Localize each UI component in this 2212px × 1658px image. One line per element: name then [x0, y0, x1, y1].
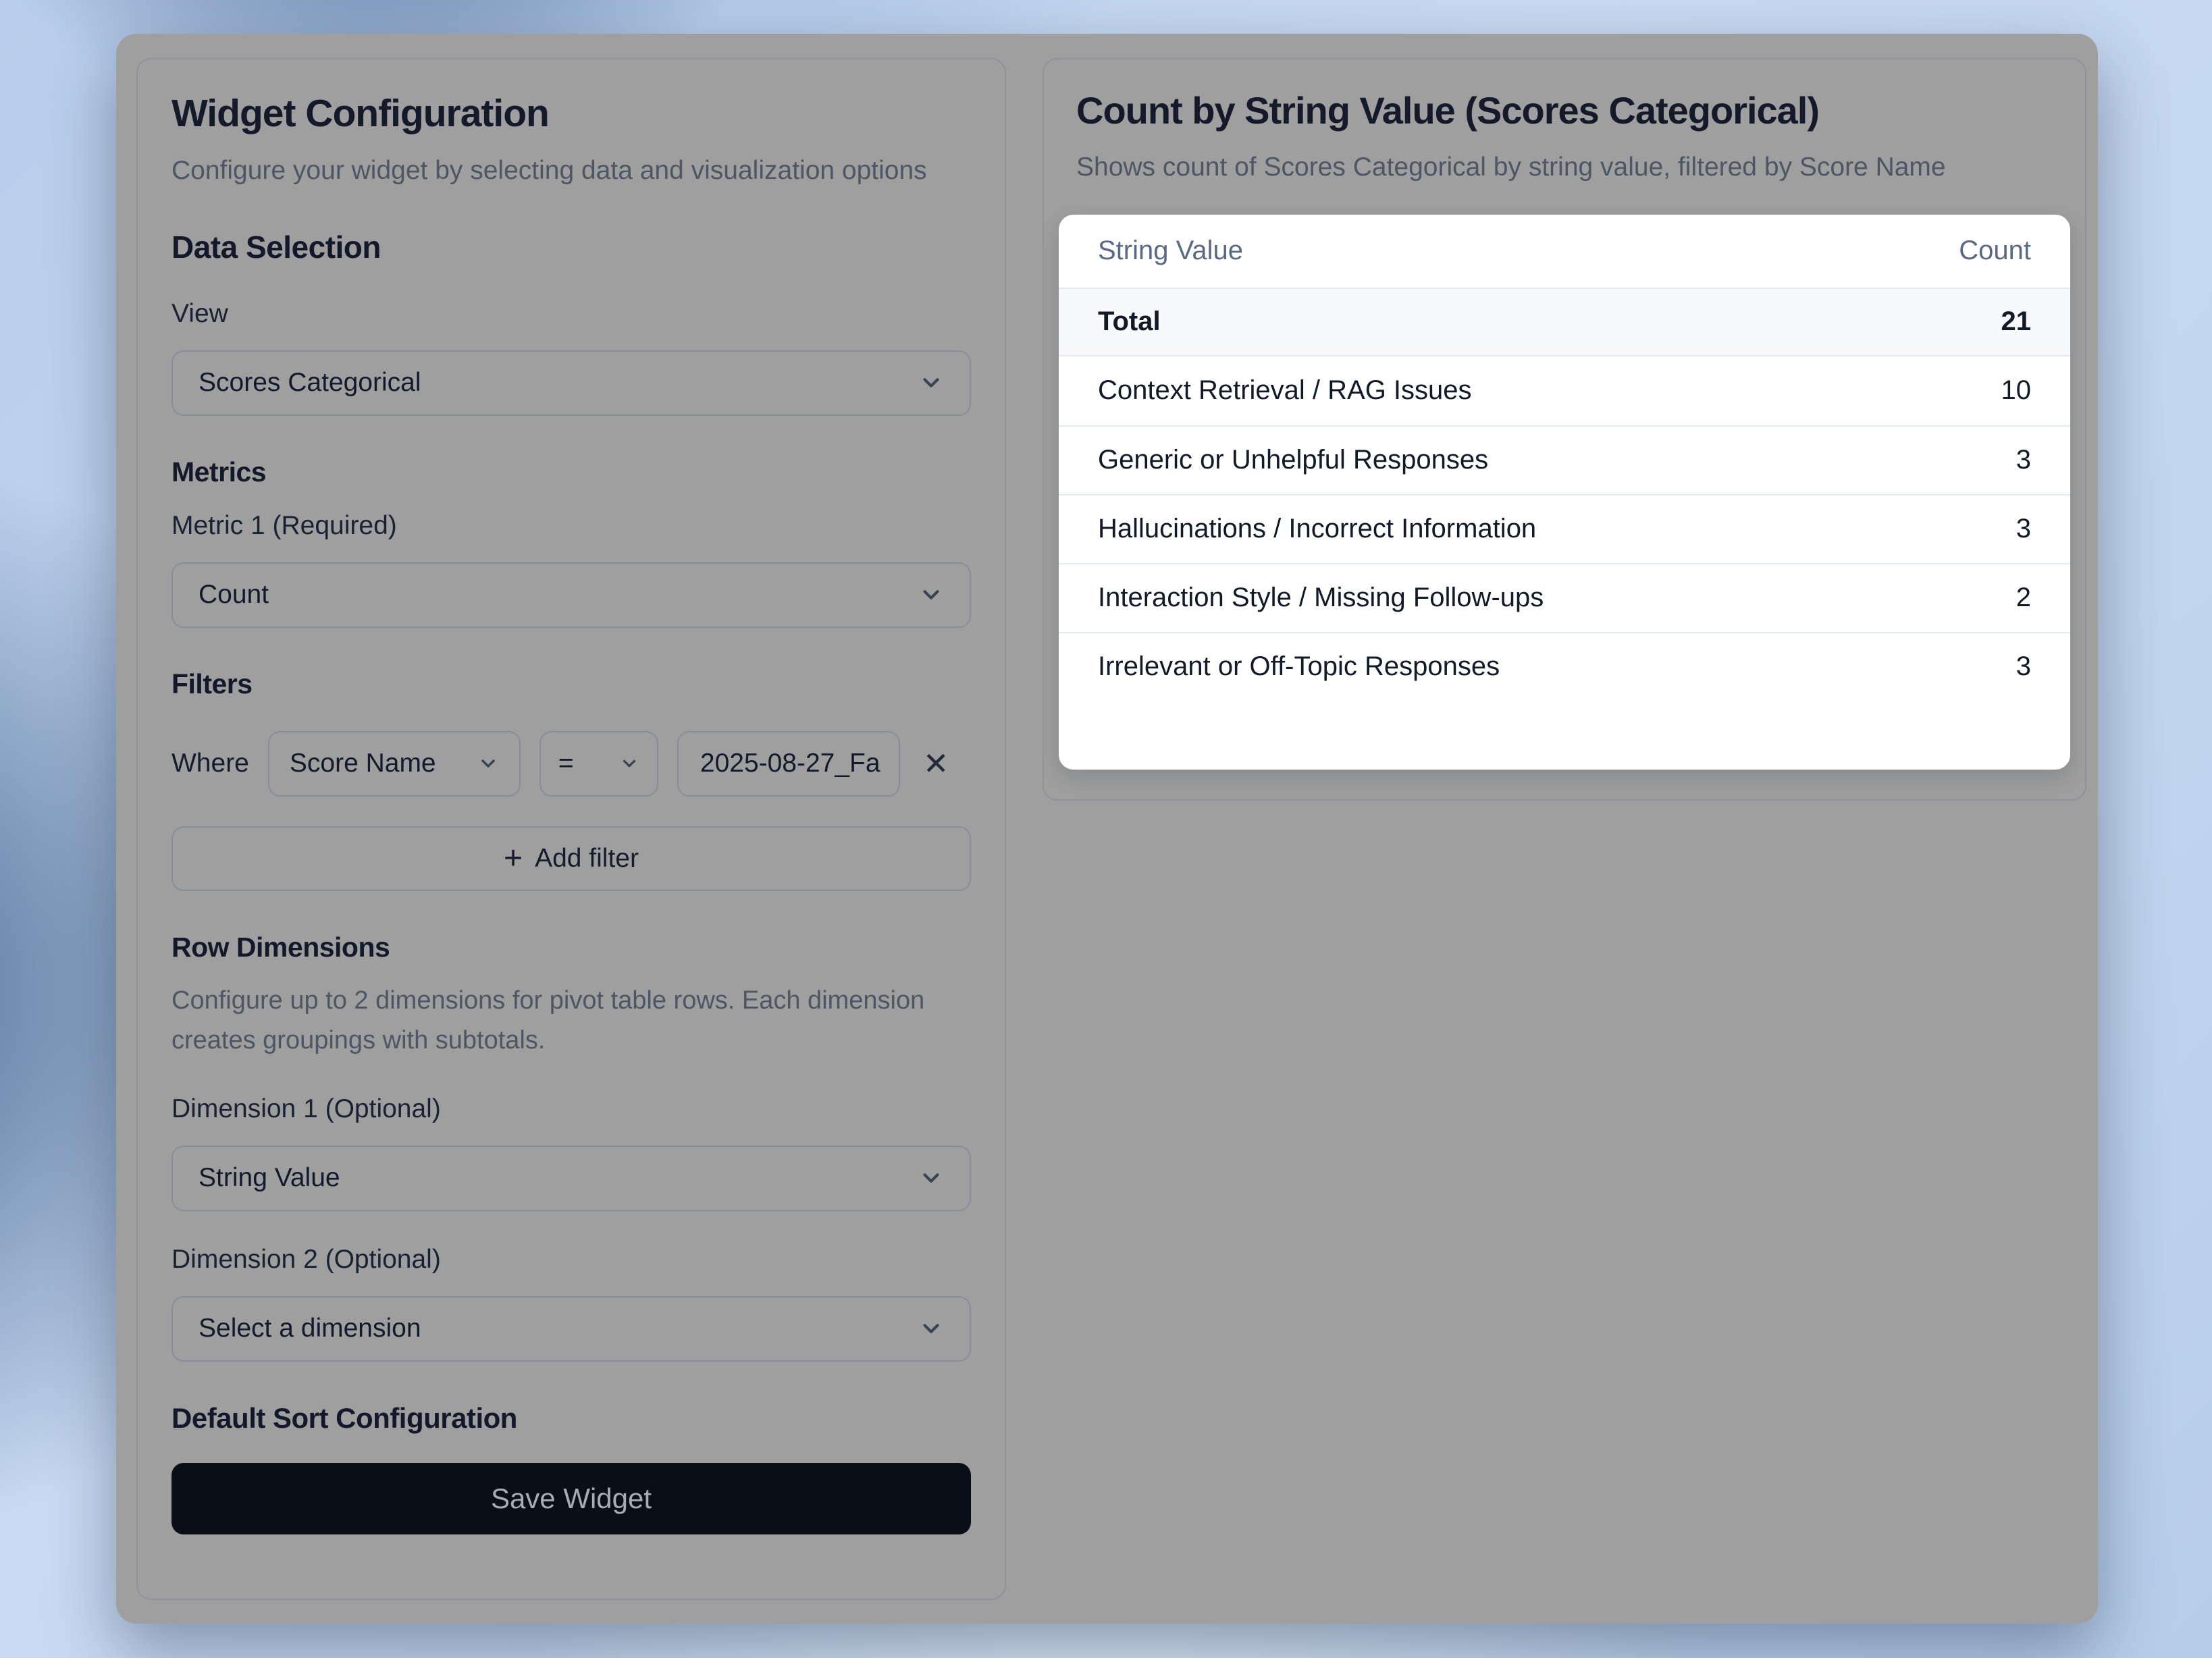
- dialog-title: Widget Configuration: [172, 90, 971, 136]
- metric1-select[interactable]: Count: [172, 562, 971, 628]
- plus-icon: +: [504, 843, 523, 875]
- row-dimensions-heading: Row Dimensions: [172, 932, 971, 963]
- row-count: 2: [2016, 583, 2031, 613]
- add-filter-button[interactable]: + Add filter: [172, 826, 971, 891]
- table-header-row: String Value Count: [1059, 215, 2070, 288]
- table-row: Interaction Style / Missing Follow-ups 2: [1059, 563, 2070, 632]
- dimension2-select-value: Select a dimension: [199, 1314, 421, 1343]
- column-header-string-value: String Value: [1098, 236, 1243, 266]
- row-dimensions-description: Configure up to 2 dimensions for pivot t…: [172, 981, 971, 1061]
- chevron-down-icon: [477, 753, 499, 774]
- dimension1-select-value: String Value: [199, 1163, 340, 1193]
- filter-field-select[interactable]: Score Name: [268, 731, 521, 797]
- widget-preview-panel: Count by String Value (Scores Categorica…: [1043, 58, 2086, 801]
- default-sort-heading: Default Sort Configuration: [172, 1402, 971, 1435]
- close-icon: ✕: [923, 746, 949, 781]
- metric1-label: Metric 1 (Required): [172, 511, 971, 541]
- widget-configuration-panel: Widget Configuration Configure your widg…: [136, 58, 1006, 1600]
- remove-filter-button[interactable]: ✕: [919, 745, 953, 782]
- chevron-down-icon: [918, 370, 944, 396]
- filter-value-text: 2025-08-27_Fa: [700, 749, 880, 778]
- row-label: Context Retrieval / RAG Issues: [1098, 375, 1472, 406]
- table-row: Generic or Unhelpful Responses 3: [1059, 425, 2070, 494]
- chevron-down-icon: [918, 582, 944, 608]
- row-count: 3: [2016, 651, 2031, 682]
- filters-heading: Filters: [172, 668, 971, 700]
- row-count: 3: [2016, 514, 2031, 544]
- filter-field-value: Score Name: [290, 749, 436, 778]
- add-filter-label: Add filter: [535, 844, 639, 874]
- dimension2-label: Dimension 2 (Optional): [172, 1245, 971, 1275]
- save-widget-label: Save Widget: [491, 1482, 652, 1514]
- filter-operator-value: =: [558, 749, 574, 778]
- metrics-heading: Metrics: [172, 456, 971, 488]
- column-header-count: Count: [1959, 236, 2031, 266]
- filter-operator-select[interactable]: =: [539, 731, 658, 797]
- view-label: View: [172, 299, 971, 329]
- preview-table-card: String Value Count Total 21 Context Retr…: [1059, 215, 2070, 770]
- chevron-down-icon: [619, 753, 639, 774]
- row-count: 3: [2016, 445, 2031, 475]
- row-label: Hallucinations / Incorrect Information: [1098, 514, 1536, 544]
- total-label: Total: [1098, 306, 1161, 337]
- widget-configuration-dialog: Widget Configuration Configure your widg…: [116, 34, 2098, 1624]
- filter-row: Where Score Name = 2025-08-27_Fa ✕: [172, 731, 971, 797]
- chevron-down-icon: [918, 1165, 944, 1191]
- save-widget-button[interactable]: Save Widget: [172, 1463, 971, 1534]
- row-label: Irrelevant or Off-Topic Responses: [1098, 651, 1500, 682]
- view-select[interactable]: Scores Categorical: [172, 350, 971, 416]
- data-selection-heading: Data Selection: [172, 229, 971, 265]
- total-count: 21: [2001, 306, 2032, 337]
- preview-subtitle: Shows count of Scores Categorical by str…: [1076, 148, 2053, 188]
- dimension2-select[interactable]: Select a dimension: [172, 1296, 971, 1362]
- preview-title: Count by String Value (Scores Categorica…: [1076, 88, 2053, 133]
- row-label: Interaction Style / Missing Follow-ups: [1098, 583, 1544, 613]
- dimension1-select[interactable]: String Value: [172, 1146, 971, 1211]
- where-label: Where: [172, 749, 249, 778]
- table-total-row: Total 21: [1059, 288, 2070, 356]
- row-label: Generic or Unhelpful Responses: [1098, 445, 1488, 475]
- table-row: Irrelevant or Off-Topic Responses 3: [1059, 632, 2070, 701]
- chevron-down-icon: [918, 1316, 944, 1341]
- table-row: Context Retrieval / RAG Issues 10: [1059, 356, 2070, 425]
- filter-value-input[interactable]: 2025-08-27_Fa: [677, 731, 900, 797]
- table-row: Hallucinations / Incorrect Information 3: [1059, 494, 2070, 563]
- view-select-value: Scores Categorical: [199, 368, 421, 398]
- metric1-select-value: Count: [199, 580, 269, 610]
- dialog-subtitle: Configure your widget by selecting data …: [172, 151, 934, 191]
- row-count: 10: [2001, 375, 2032, 406]
- dimension1-label: Dimension 1 (Optional): [172, 1094, 971, 1124]
